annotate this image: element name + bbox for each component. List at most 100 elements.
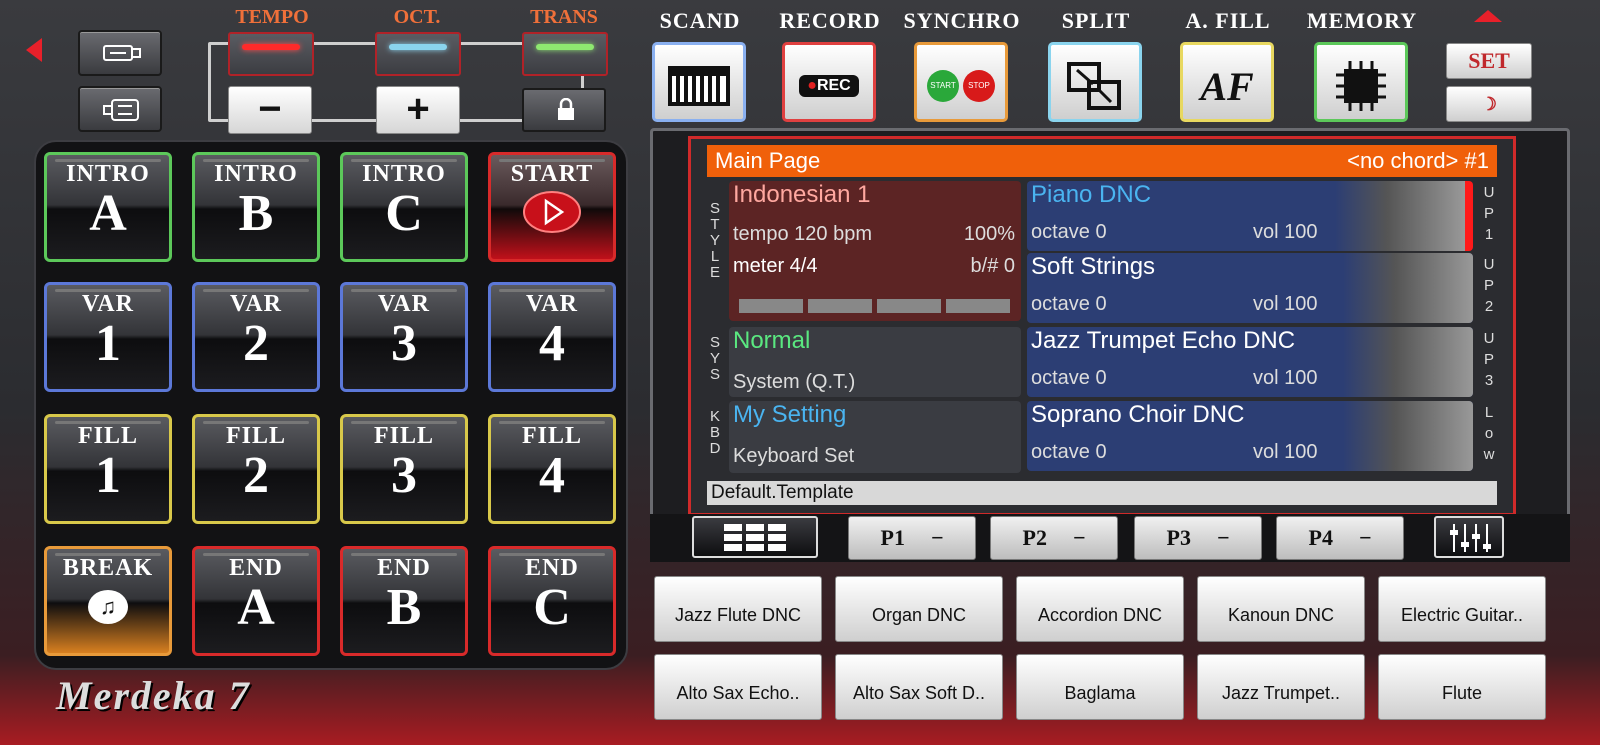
display-header: Main Page <no chord> #1 [707, 145, 1497, 177]
system-panel[interactable]: Normal System (Q.T.) [729, 327, 1021, 397]
voice-volume: vol 100 [1253, 293, 1318, 315]
page-button-p4[interactable]: P4− [1276, 516, 1404, 560]
up-arrow-icon[interactable] [1474, 10, 1502, 22]
oct-lamp [375, 32, 461, 76]
chord-indicator: <no chord> #1 [1347, 148, 1489, 173]
voice-button[interactable]: Flute [1378, 654, 1546, 720]
pad-fill-4[interactable]: FILL 4 [488, 414, 616, 524]
voice-button[interactable]: Alto Sax Echo.. [654, 654, 822, 720]
device-button[interactable] [78, 86, 162, 132]
voice-button[interactable]: Electric Guitar.. [1378, 576, 1546, 642]
pad-fill-2[interactable]: FILL 2 [192, 414, 320, 524]
brand-logo: Merdeka 7 [56, 673, 251, 718]
voice-button[interactable]: Jazz Trumpet.. [1197, 654, 1365, 720]
voice-button[interactable]: Kanoun DNC [1197, 576, 1365, 642]
tempo-label: TEMPO [235, 6, 309, 28]
page-label: P1 [880, 525, 905, 550]
pad-value: B [386, 579, 422, 636]
voice-name: Jazz Trumpet Echo DNC [1031, 327, 1296, 354]
fn-button-5[interactable] [1314, 42, 1408, 122]
pad-value: A [237, 579, 275, 636]
pad-value: 4 [539, 315, 565, 372]
pad-intro-b[interactable]: INTRO B [192, 152, 320, 262]
pad-end-b[interactable]: END B [340, 546, 468, 656]
pad-value: A [89, 185, 127, 242]
beat-indicator [739, 299, 803, 313]
page-button-p3[interactable]: P3− [1134, 516, 1262, 560]
voice-slot-2[interactable]: Jazz Trumpet Echo DNC octave 0 vol 100 [1027, 327, 1473, 397]
voice-volume: vol 100 [1253, 441, 1318, 463]
keyboard-panel[interactable]: My Setting Keyboard Set [729, 401, 1021, 473]
fn-label-4: A. FILL [1185, 8, 1271, 33]
mixer-icon [1450, 524, 1491, 552]
voice-button[interactable]: Organ DNC [835, 576, 1003, 642]
pad-fill-1[interactable]: FILL 1 [44, 414, 172, 524]
drive-icon [103, 99, 139, 121]
grid-view-button[interactable] [692, 516, 818, 558]
voice-image [1343, 401, 1473, 471]
fn-button-2[interactable]: START STOP [914, 42, 1008, 122]
keyboard-name: My Setting [733, 401, 847, 428]
minus-button[interactable]: − [228, 86, 312, 134]
mixer-button[interactable] [1434, 516, 1504, 558]
style-panel[interactable]: Indonesian 1 tempo 120 bpm 100% meter 4/… [729, 181, 1021, 321]
pad-label: FILL [521, 423, 582, 449]
fn-button-1[interactable]: ●REC [782, 42, 876, 122]
pad-var-4[interactable]: VAR 4 [488, 282, 616, 392]
back-arrow-icon[interactable] [26, 38, 42, 62]
pad-label: FILL [77, 423, 138, 449]
pad-value: 4 [539, 447, 565, 504]
split-icon [1067, 62, 1121, 110]
pad-label: END [525, 555, 579, 581]
pad-intro-a[interactable]: INTRO A [44, 152, 172, 262]
page-button-p2[interactable]: P2− [990, 516, 1118, 560]
lock-button[interactable] [522, 88, 606, 132]
voice-button[interactable]: Accordion DNC [1016, 576, 1184, 642]
play-icon [523, 191, 581, 233]
pad-value: 3 [391, 447, 417, 504]
page-button-p1[interactable]: P1− [848, 516, 976, 560]
voice-volume: vol 100 [1253, 221, 1318, 243]
pad-label: VAR [82, 291, 134, 317]
page-title: Main Page [715, 148, 821, 173]
pad-end-a[interactable]: END A [192, 546, 320, 656]
fn-button-0[interactable] [652, 42, 746, 122]
pad-label: INTRO [66, 161, 150, 187]
pad-intro-c[interactable]: INTRO C [340, 152, 468, 262]
theme-button[interactable]: ☽ [1446, 86, 1532, 122]
plus-button[interactable]: + [376, 86, 460, 134]
fn-label-2: SYNCHRO [903, 8, 1021, 33]
style-meter: meter 4/4 [733, 255, 818, 277]
set-button[interactable]: SET [1446, 43, 1532, 79]
keyboard-icon [668, 66, 730, 106]
page-label: P3 [1166, 525, 1191, 550]
pad-fill-3[interactable]: FILL 3 [340, 414, 468, 524]
pad-start[interactable]: START [488, 152, 616, 262]
voice-button[interactable]: Jazz Flute DNC [654, 576, 822, 642]
style-percent: 100% [963, 223, 1015, 245]
fn-button-4[interactable]: AF [1180, 42, 1274, 122]
voice-button[interactable]: Baglama [1016, 654, 1184, 720]
pad-break[interactable]: BREAK ♫ [44, 546, 172, 656]
pad-var-3[interactable]: VAR 3 [340, 282, 468, 392]
pad-end-c[interactable]: END C [488, 546, 616, 656]
trans-label: TRANS [530, 6, 598, 28]
voice-button[interactable]: Alto Sax Soft D.. [835, 654, 1003, 720]
usb-button[interactable] [78, 30, 162, 76]
fn-label-3: SPLIT [1061, 8, 1131, 33]
voice-side-label: UP3 [1483, 330, 1495, 389]
voice-slot-3[interactable]: Soprano Choir DNC octave 0 vol 100 [1027, 401, 1473, 471]
style-name: Indonesian 1 [733, 181, 871, 208]
fn-button-3[interactable] [1048, 42, 1142, 122]
page-value: − [1358, 525, 1372, 550]
pad-value: C [533, 579, 571, 636]
voice-slot-1[interactable]: Soft Strings octave 0 vol 100 [1027, 253, 1473, 323]
voice-side-label: UP2 [1483, 256, 1495, 315]
pad-var-1[interactable]: VAR 1 [44, 282, 172, 392]
pad-var-2[interactable]: VAR 2 [192, 282, 320, 392]
pad-label: VAR [230, 291, 282, 317]
pad-value: 1 [95, 447, 121, 504]
voice-slot-0[interactable]: Piano DNC octave 0 vol 100 [1027, 181, 1473, 251]
voice-image [1343, 253, 1473, 323]
chip-icon [1336, 61, 1386, 111]
